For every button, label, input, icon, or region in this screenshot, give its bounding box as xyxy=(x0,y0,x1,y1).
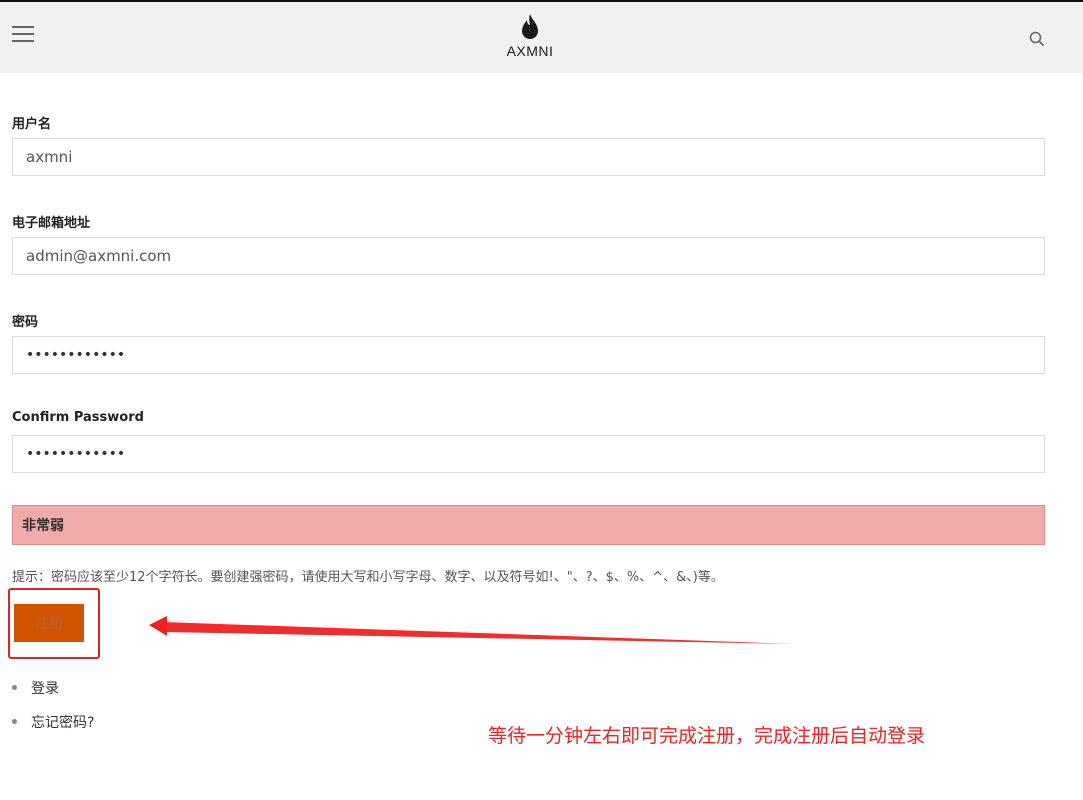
bullet-icon xyxy=(12,684,17,690)
confirm-password-input[interactable]: •••••••••••• xyxy=(12,435,1045,473)
list-item: 忘记密码? xyxy=(12,712,94,732)
bullet-icon xyxy=(12,718,17,724)
password-strength-indicator: 非常弱 xyxy=(12,505,1045,545)
email-input[interactable]: admin@axmni.com xyxy=(12,237,1045,275)
username-label: 用户名 xyxy=(12,117,52,132)
annotation-arrow-icon xyxy=(149,616,795,644)
password-hint: 提示：密码应该至少12个字符长。要创建强密码，请使用大写和小写字母、数字、以及符… xyxy=(12,570,724,585)
logo-text: AXMNI xyxy=(506,43,554,59)
username-input[interactable]: axmni xyxy=(12,138,1045,176)
register-button[interactable]: 注册 xyxy=(14,604,84,642)
list-item: 登录 xyxy=(12,678,59,698)
hamburger-menu-icon[interactable] xyxy=(12,26,34,46)
confirm-password-label: Confirm Password xyxy=(12,410,144,425)
site-header: AXMNI xyxy=(0,2,1083,73)
site-logo[interactable]: AXMNI xyxy=(500,14,560,64)
search-icon[interactable] xyxy=(1028,30,1046,48)
login-link[interactable]: 登录 xyxy=(31,681,59,697)
password-label: 密码 xyxy=(12,315,39,330)
flame-drop-icon xyxy=(522,14,538,39)
email-label: 电子邮箱地址 xyxy=(12,216,91,231)
annotation-text: 等待一分钟左右即可完成注册，完成注册后自动登录 xyxy=(488,725,926,747)
password-input[interactable]: •••••••••••• xyxy=(12,336,1045,374)
forgot-password-link[interactable]: 忘记密码? xyxy=(31,715,94,731)
